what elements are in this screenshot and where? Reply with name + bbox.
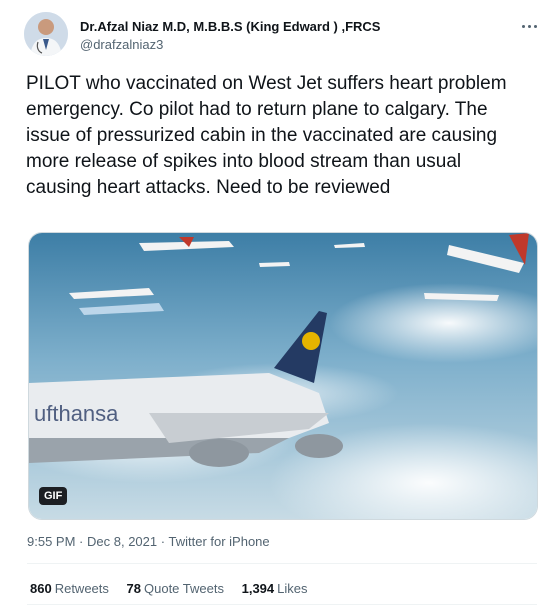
gif-still-image: ufthansa bbox=[29, 233, 537, 519]
quotes-label: Quote Tweets bbox=[144, 581, 224, 596]
more-options-icon[interactable] bbox=[515, 12, 543, 40]
divider bbox=[27, 604, 537, 605]
retweets-stat[interactable]: 860 Retweets bbox=[30, 581, 109, 596]
retweets-count: 860 bbox=[30, 581, 52, 596]
likes-stat[interactable]: 1,394 Likes bbox=[242, 581, 308, 596]
avatar[interactable] bbox=[24, 12, 68, 56]
author-name[interactable]: Dr.Afzal Niaz M.D, M.B.B.S (King Edward … bbox=[80, 19, 380, 34]
tweet-stats: 860 Retweets 78 Quote Tweets 1,394 Likes bbox=[30, 581, 322, 596]
meta-separator: · bbox=[79, 534, 84, 549]
gif-badge: GIF bbox=[39, 487, 68, 505]
meta-separator: · bbox=[160, 534, 166, 549]
tweet-card: Dr.Afzal Niaz M.D, M.B.B.S (King Edward … bbox=[0, 0, 557, 610]
author-handle[interactable]: @drafzalniaz3 bbox=[80, 37, 163, 52]
tweet-gif-media[interactable]: ufthansa bbox=[28, 232, 538, 520]
quotes-count: 78 bbox=[126, 581, 141, 596]
quote-tweets-stat[interactable]: 78 Quote Tweets bbox=[127, 581, 224, 596]
tweet-time[interactable]: 9:55 PM bbox=[27, 534, 75, 549]
tweet-metadata: 9:55 PM · Dec 8, 2021 · Twitter for iPho… bbox=[27, 534, 270, 549]
retweets-label: Retweets bbox=[54, 581, 109, 596]
likes-count: 1,394 bbox=[241, 581, 275, 596]
tweet-date[interactable]: Dec 8, 2021 bbox=[87, 534, 157, 549]
svg-text:ufthansa: ufthansa bbox=[34, 401, 119, 426]
tweet-source[interactable]: Twitter for iPhone bbox=[168, 534, 269, 549]
divider bbox=[27, 563, 537, 564]
tweet-text: PILOT who vaccinated on West Jet suffers… bbox=[26, 73, 507, 198]
likes-label: Likes bbox=[277, 581, 308, 596]
